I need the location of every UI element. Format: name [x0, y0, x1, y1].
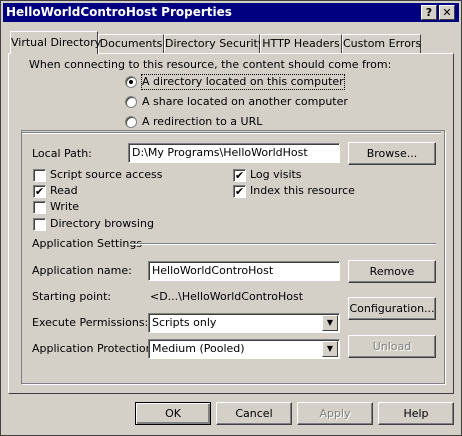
local-path-label: Local Path:: [32, 147, 92, 160]
configuration-button[interactable]: Configuration...: [348, 297, 436, 320]
checkbox-write-label[interactable]: Write: [50, 200, 79, 214]
app-settings-divider: [130, 243, 436, 245]
properties-dialog: HelloWorldControHost Properties ? ✕ Virt…: [0, 0, 462, 436]
checkbox-directory-browsing[interactable]: [33, 218, 46, 231]
tab-virtual-directory[interactable]: Virtual Directory: [10, 31, 101, 54]
tab-custom-errors[interactable]: Custom Errors: [342, 34, 421, 53]
checkbox-index-resource-label[interactable]: Index this resource: [250, 184, 355, 198]
radio-local-directory[interactable]: [125, 76, 137, 88]
checkbox-read[interactable]: ✔: [33, 185, 46, 198]
remove-button[interactable]: Remove: [348, 260, 436, 283]
checkbox-log-visits[interactable]: ✔: [233, 169, 246, 182]
starting-point-label: Starting point:: [32, 290, 112, 303]
app-protection-value: Medium (Pooled): [152, 342, 245, 355]
radio-local-directory-label[interactable]: A directory located on this computer: [141, 74, 345, 90]
execute-permissions-select[interactable]: Scripts only ▼: [148, 313, 340, 333]
app-name-input[interactable]: HelloWorldControHost: [148, 261, 340, 281]
app-protection-select[interactable]: Medium (Pooled) ▼: [148, 339, 340, 359]
app-protection-label: Application Protection:: [32, 342, 157, 355]
checkbox-index-resource[interactable]: ✔: [233, 185, 246, 198]
radio-url-redirect-label[interactable]: A redirection to a URL: [142, 115, 262, 129]
tab-documents[interactable]: Documents: [98, 34, 164, 53]
radio-url-redirect[interactable]: [125, 116, 137, 128]
ok-button[interactable]: OK: [135, 402, 211, 425]
execute-permissions-value: Scripts only: [152, 316, 217, 329]
tab-http-headers[interactable]: HTTP Headers: [260, 34, 342, 53]
local-path-input[interactable]: D:\My Programs\HelloWorldHost: [128, 143, 340, 163]
close-title-button[interactable]: ✕: [439, 5, 455, 20]
cancel-button[interactable]: Cancel: [216, 402, 292, 425]
window-title: HelloWorldControHost Properties: [3, 3, 459, 22]
help-button[interactable]: Help: [378, 402, 454, 425]
chevron-down-icon[interactable]: ▼: [322, 341, 338, 357]
help-title-button[interactable]: ?: [421, 5, 437, 20]
checkbox-directory-browsing-label[interactable]: Directory browsing: [50, 217, 154, 231]
content-source-prompt: When connecting to this resource, the co…: [29, 58, 392, 71]
settings-group: Local Path: D:\My Programs\HelloWorldHos…: [21, 130, 445, 384]
radio-network-share[interactable]: [125, 96, 137, 108]
app-settings-header: Application Settings: [32, 237, 143, 250]
checkbox-log-visits-label[interactable]: Log visits: [250, 168, 302, 182]
app-name-label: Application name:: [32, 264, 132, 277]
checkbox-script-source-access[interactable]: [33, 169, 46, 182]
chevron-down-icon[interactable]: ▼: [322, 315, 338, 331]
unload-button[interactable]: Unload: [348, 335, 436, 358]
execute-permissions-label: Execute Permissions:: [32, 316, 149, 329]
starting-point-value: <D...\HelloWorldControHost: [150, 290, 304, 303]
checkbox-read-label[interactable]: Read: [50, 184, 78, 198]
checkbox-script-source-access-label[interactable]: Script source access: [50, 168, 163, 182]
checkbox-write[interactable]: [33, 201, 46, 214]
tab-directory-security[interactable]: Directory Security: [164, 34, 264, 53]
apply-button[interactable]: Apply: [297, 402, 373, 425]
radio-network-share-label[interactable]: A share located on another computer: [142, 95, 348, 109]
browse-button[interactable]: Browse...: [348, 142, 436, 165]
